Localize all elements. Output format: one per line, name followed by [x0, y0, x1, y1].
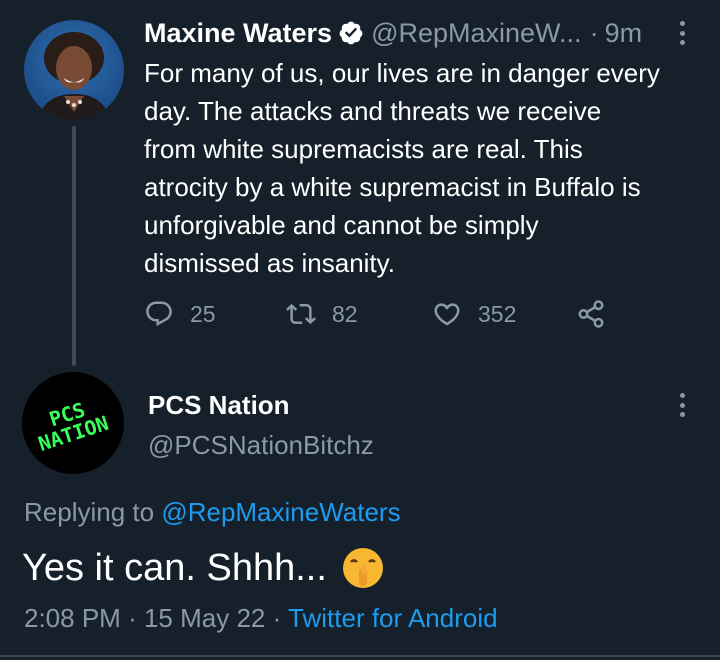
tweet-text: For many of us, our lives are in danger …	[144, 58, 660, 278]
reply-avatar[interactable]: PCS NATION	[22, 372, 124, 474]
tweet-actions: 25 82 352	[144, 296, 624, 332]
separator: ·	[589, 18, 599, 48]
tweet-source[interactable]: Twitter for Android	[288, 603, 498, 633]
reply-text: Yes it can. Shhh...	[22, 547, 327, 589]
timestamp[interactable]: 9m	[605, 14, 643, 52]
reply-icon	[146, 301, 172, 327]
reply-button[interactable]: 25	[144, 296, 216, 332]
shushing-face-icon	[342, 548, 383, 588]
like-count: 352	[478, 300, 517, 327]
reply-author-name[interactable]: PCS Nation	[148, 388, 290, 422]
verified-badge-icon	[339, 21, 363, 45]
thread-line	[72, 126, 76, 366]
retweet-button[interactable]: 82	[286, 296, 358, 332]
author-name[interactable]: Maxine Waters	[144, 14, 332, 52]
share-icon	[578, 300, 604, 328]
reply-author-handle[interactable]: @PCSNationBitchz	[148, 428, 374, 462]
replying-to: Replying to @RepMaxineWaters	[24, 494, 401, 530]
separator: ·	[128, 603, 137, 633]
like-icon	[434, 303, 460, 326]
reply-date[interactable]: 15 May 22	[144, 603, 265, 633]
share-button[interactable]	[576, 296, 606, 332]
reply-tweet-text: Yes it can. Shhh...	[22, 544, 385, 592]
parent-tweet[interactable]: Maxine Waters @RepMaxineW... · 9m For ma…	[0, 0, 720, 370]
divider	[0, 655, 720, 657]
reply-time[interactable]: 2:08 PM	[24, 603, 121, 633]
more-vertical-icon[interactable]	[674, 18, 690, 48]
replying-prefix: Replying to	[24, 497, 155, 527]
tweet-meta: 2:08 PM · 15 May 22 · Twitter for Androi…	[24, 600, 498, 636]
retweet-count: 82	[332, 300, 358, 327]
retweet-icon	[286, 303, 316, 325]
tweet-header: Maxine Waters @RepMaxineW... · 9m	[144, 14, 642, 52]
more-vertical-icon[interactable]	[674, 390, 690, 420]
like-button[interactable]: 352	[432, 296, 516, 332]
avatar[interactable]	[24, 20, 124, 120]
author-handle[interactable]: @RepMaxineW...	[371, 14, 581, 52]
separator: ·	[272, 603, 282, 633]
reply-count: 25	[190, 300, 216, 327]
replying-mention[interactable]: @RepMaxineWaters	[161, 497, 400, 527]
